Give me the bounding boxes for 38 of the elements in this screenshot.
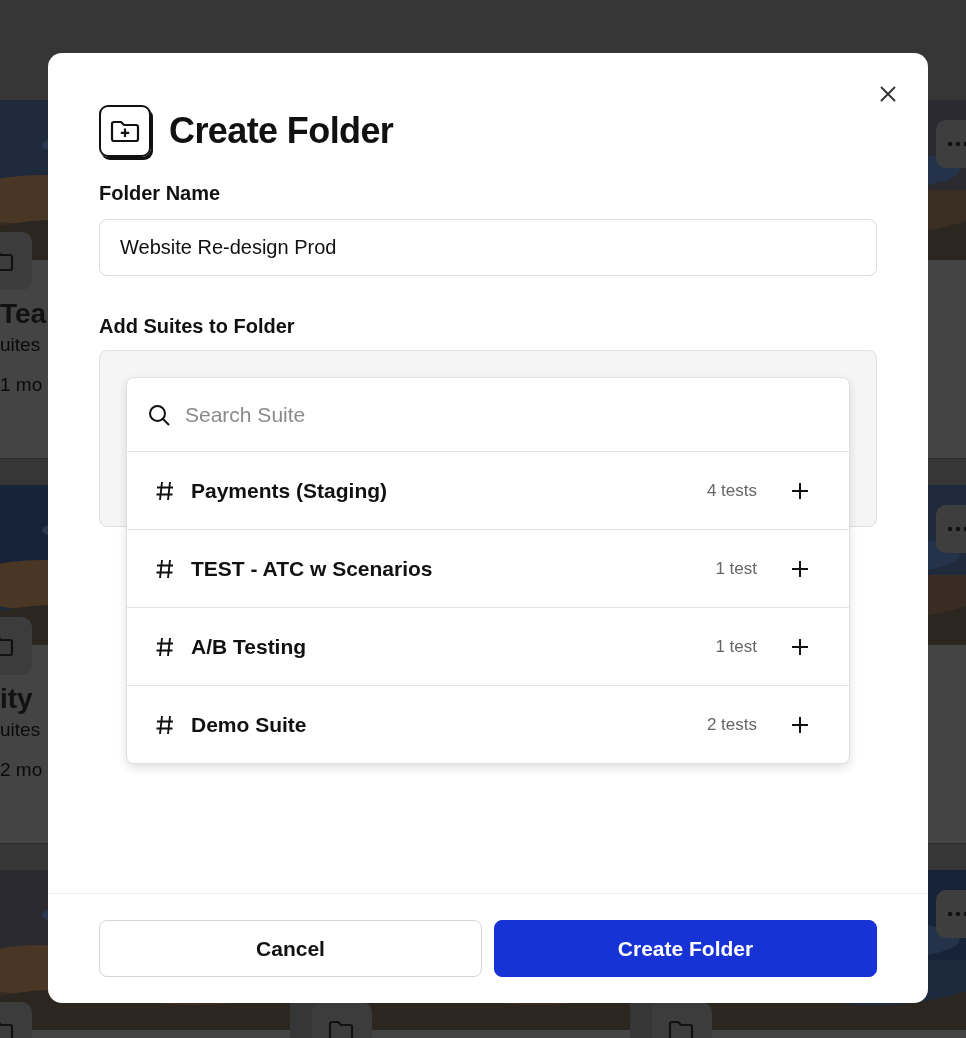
test-count: 4 tests — [706, 480, 757, 501]
plus-icon — [791, 481, 809, 500]
folder-icon — [328, 1020, 354, 1038]
card-meta: 1 mo — [0, 374, 43, 396]
card-subtitle: uites — [0, 334, 41, 356]
plus-icon — [791, 559, 809, 578]
hash-icon — [155, 557, 175, 580]
test-count: 2 tests — [706, 714, 757, 735]
plus-icon — [791, 715, 809, 734]
more-icon — [947, 141, 966, 147]
field-label: Folder Name — [99, 181, 222, 205]
suite-name: Payments (Staging) — [191, 478, 389, 503]
folder-icon — [668, 1020, 694, 1038]
hash-icon — [155, 635, 175, 658]
card-subtitle: uites — [0, 719, 41, 741]
add-button[interactable] — [791, 637, 809, 656]
test-count: 1 test — [715, 558, 757, 579]
hash-icon — [155, 713, 175, 736]
card-meta: 2 mo — [0, 759, 43, 781]
test-count: 1 test — [715, 636, 757, 657]
add-button[interactable] — [791, 481, 809, 500]
more-icon — [947, 526, 966, 532]
add-button[interactable] — [791, 715, 809, 734]
field-label: Add Suites to Folder — [99, 314, 296, 338]
more-icon — [947, 911, 966, 917]
folder-plus-icon — [99, 104, 151, 157]
create-button[interactable]: Create Folder — [494, 920, 877, 977]
suite-name: A/B Testing — [191, 634, 308, 659]
hash-icon — [155, 479, 175, 502]
dialog-title: Create Folder — [169, 109, 394, 152]
add-button[interactable] — [791, 559, 809, 578]
cancel-button[interactable]: Cancel — [99, 920, 482, 977]
suite-name: TEST - ATC w Scenarios — [191, 556, 434, 581]
close-icon — [879, 85, 897, 103]
search-icon — [147, 402, 171, 427]
suite-name: Demo Suite — [191, 712, 308, 737]
plus-icon — [791, 637, 809, 656]
folder-name-field[interactable]: Website Re-design Prod — [99, 219, 877, 276]
